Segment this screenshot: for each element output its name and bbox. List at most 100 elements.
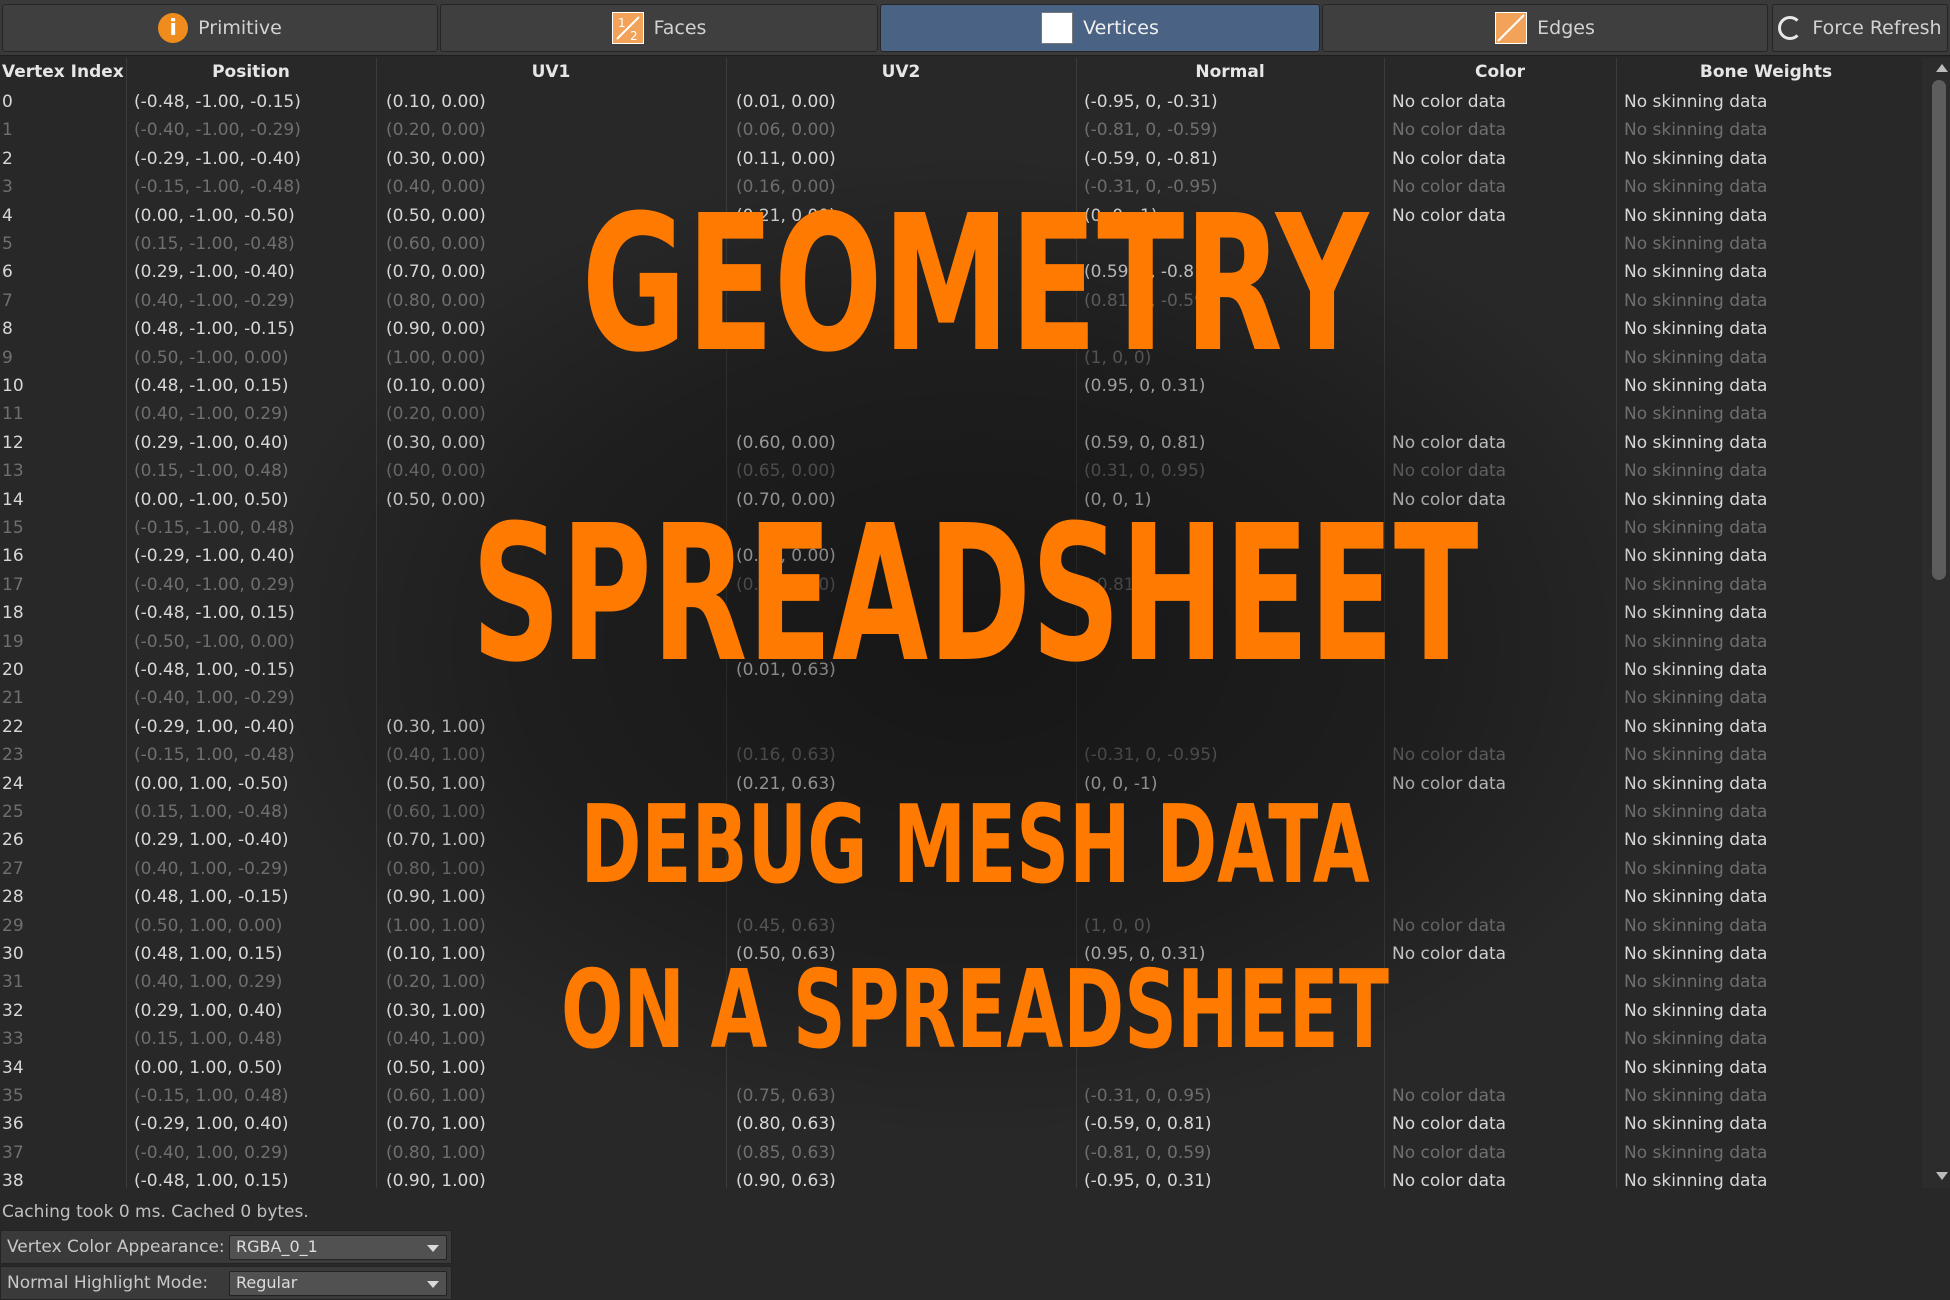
table-cell: (0.48, -1.00, -0.15) xyxy=(134,319,295,340)
table-cell: (-0.40, -1.00, 0.29) xyxy=(134,574,295,595)
table-cell: No skinning data xyxy=(1624,432,1768,453)
table-row[interactable]: 16 (-0.29, -1.00, 0.40) (0.80, 0.00) No ski… xyxy=(0,544,1916,572)
table-row[interactable]: 37 (-0.40, 1.00, 0.29) (0.80, 1.00) (0.85, … xyxy=(0,1141,1916,1169)
tab-faces[interactable]: 12 Faces xyxy=(440,4,878,52)
table-row[interactable]: 9 (0.50, -1.00, 0.00) (1.00, 0.00) (1, 0, 0… xyxy=(0,346,1916,374)
vertex-color-appearance-dropdown[interactable]: RGBA_0_1 xyxy=(229,1235,447,1260)
column-header[interactable]: Normal xyxy=(1076,62,1384,82)
tab-primitive[interactable]: i Primitive xyxy=(2,4,438,52)
table-cell: (-0.31, 0, -0.95) xyxy=(1084,177,1218,198)
table-row[interactable]: 35 (-0.15, 1.00, 0.48) (0.60, 1.00) (0.75, … xyxy=(0,1084,1916,1112)
table-cell: (0.50, 1.00, 0.00) xyxy=(134,915,283,936)
force-refresh-label: Force Refresh xyxy=(1812,17,1942,39)
table-row[interactable]: 31 (0.40, 1.00, 0.29) (0.20, 1.00) No skinn… xyxy=(0,970,1916,998)
force-refresh-button[interactable]: Force Refresh xyxy=(1772,4,1948,52)
table-row[interactable]: 10 (0.48, -1.00, 0.15) (0.10, 0.00) (0.95, … xyxy=(0,374,1916,402)
table-cell: (0.80, 0.63) xyxy=(736,1114,836,1135)
table-row[interactable]: 24 (0.00, 1.00, -0.50) (0.50, 1.00) (0.21, … xyxy=(0,772,1916,800)
table-row[interactable]: 0 (-0.48, -1.00, -0.15) (0.10, 0.00) (0.01,… xyxy=(0,90,1916,118)
table-cell: (0.60, 0.00) xyxy=(386,234,486,254)
table-cell: (0.45, 0.63) xyxy=(736,915,836,936)
table-cell: (0.50, 0.00) xyxy=(386,489,486,510)
table-cell: 37 xyxy=(2,1142,24,1163)
table-row[interactable]: 26 (0.29, 1.00, -0.40) (0.70, 1.00) No skin… xyxy=(0,828,1916,856)
table-cell: No color data xyxy=(1392,745,1507,766)
table-row[interactable]: 23 (-0.15, 1.00, -0.48) (0.40, 1.00) (0.16,… xyxy=(0,743,1916,771)
table-row[interactable]: 21 (-0.40, 1.00, -0.29) No skinning data xyxy=(0,686,1916,714)
table-row[interactable]: 17 (-0.40, -1.00, 0.29) (0.85, 0.00) (-0.81… xyxy=(0,573,1916,601)
table-cell: No skinning data xyxy=(1624,1171,1768,1192)
scroll-up-arrow-icon[interactable] xyxy=(1936,64,1948,72)
table-row[interactable]: 18 (-0.48, -1.00, 0.15) No skinning data xyxy=(0,601,1916,629)
table-cell: No skinning data xyxy=(1624,1142,1768,1163)
table-cell: (0.20, 0.00) xyxy=(386,120,486,141)
column-header[interactable]: Color xyxy=(1384,62,1616,82)
table-row[interactable]: 20 (-0.48, 1.00, -0.15) (0.01, 0.63) No ski… xyxy=(0,658,1916,686)
table-row[interactable]: 6 (0.29, -1.00, -0.40) (0.70, 0.00) (0.59, … xyxy=(0,260,1916,288)
table-row[interactable]: 12 (0.29, -1.00, 0.40) (0.30, 0.00) (0.60, … xyxy=(0,431,1916,459)
column-header[interactable]: UV2 xyxy=(726,62,1076,82)
table-cell: No skinning data xyxy=(1624,234,1768,254)
table-cell: 27 xyxy=(2,858,24,879)
table-cell: 9 xyxy=(2,347,13,368)
table-row[interactable]: 36 (-0.29, 1.00, 0.40) (0.70, 1.00) (0.80, … xyxy=(0,1112,1916,1140)
table-cell: (1.00, 1.00) xyxy=(386,915,486,936)
table-cell: (0.90, 0.63) xyxy=(736,1171,836,1192)
table-row[interactable]: 25 (0.15, 1.00, -0.48) (0.60, 1.00) No skin… xyxy=(0,800,1916,828)
table-cell: (-0.15, 1.00, -0.48) xyxy=(134,745,295,766)
table-row[interactable]: 14 (0.00, -1.00, 0.50) (0.50, 0.00) (0.70, … xyxy=(0,488,1916,516)
table-cell: (0.30, 1.00) xyxy=(386,1000,486,1021)
table-cell: (-0.48, 1.00, -0.15) xyxy=(134,660,295,680)
table-row[interactable]: 4 (0.00, -1.00, -0.50) (0.50, 0.00) (0.21, … xyxy=(0,204,1916,232)
table-row[interactable]: 33 (0.15, 1.00, 0.48) (0.40, 1.00) No skinn… xyxy=(0,1027,1916,1055)
table-cell: No skinning data xyxy=(1624,688,1768,709)
table-cell: 14 xyxy=(2,489,24,510)
table-cell: (0.95, 0, 0.31) xyxy=(1084,944,1206,964)
faces-icon: 12 xyxy=(611,12,644,44)
table-row[interactable]: 32 (0.29, 1.00, 0.40) (0.30, 1.00) No skinn… xyxy=(0,999,1916,1027)
table-cell: (0.16, 0.63) xyxy=(736,745,836,766)
table-cell: No skinning data xyxy=(1624,92,1768,112)
tab-vertices[interactable]: Vertices xyxy=(880,4,1320,52)
table-row[interactable]: 8 (0.48, -1.00, -0.15) (0.90, 0.00) No skin… xyxy=(0,317,1916,345)
table-row[interactable]: 27 (0.40, 1.00, -0.29) (0.80, 1.00) No skin… xyxy=(0,857,1916,885)
table-cell: (0.30, 0.00) xyxy=(386,148,486,169)
tab-edges[interactable]: Edges xyxy=(1322,4,1768,52)
table-row[interactable]: 30 (0.48, 1.00, 0.15) (0.10, 1.00) (0.50, 0… xyxy=(0,942,1916,970)
column-header[interactable]: Vertex Index xyxy=(2,62,126,82)
table-cell: (0.10, 1.00) xyxy=(386,944,486,964)
vertices-icon xyxy=(1041,12,1074,44)
table-cell: (0.59, 0, 0.81) xyxy=(1084,432,1206,453)
table-row[interactable]: 34 (0.00, 1.00, 0.50) (0.50, 1.00) No skinn… xyxy=(0,1056,1916,1084)
table-cell: (0.85, 0.00) xyxy=(736,574,836,595)
table-row[interactable]: 29 (0.50, 1.00, 0.00) (1.00, 1.00) (0.45, 0… xyxy=(0,914,1916,942)
table-cell: 24 xyxy=(2,773,24,794)
table-cell: 0 xyxy=(2,92,13,112)
column-header[interactable]: Bone Weights xyxy=(1616,62,1916,82)
table-cell: (-0.29, -1.00, 0.40) xyxy=(134,546,295,567)
table-cell: No skinning data xyxy=(1624,546,1768,567)
table-row[interactable]: 15 (-0.15, -1.00, 0.48) No skinning data xyxy=(0,516,1916,544)
scroll-down-arrow-icon[interactable] xyxy=(1936,1172,1948,1180)
table-row[interactable]: 19 (-0.50, -1.00, 0.00) No skinning data xyxy=(0,630,1916,658)
normal-highlight-mode-dropdown[interactable]: Regular xyxy=(229,1271,447,1296)
table-cell: No skinning data xyxy=(1624,489,1768,510)
table-cell: (-0.29, 1.00, 0.40) xyxy=(134,1114,289,1135)
table-cell: (0.60, 1.00) xyxy=(386,1086,486,1106)
table-row[interactable]: 2 (-0.29, -1.00, -0.40) (0.30, 0.00) (0.11,… xyxy=(0,147,1916,175)
column-header[interactable]: Position xyxy=(126,62,376,82)
table-row[interactable]: 22 (-0.29, 1.00, -0.40) (0.30, 1.00) No ski… xyxy=(0,715,1916,743)
column-header[interactable]: UV1 xyxy=(376,62,726,82)
table-row[interactable]: 1 (-0.40, -1.00, -0.29) (0.20, 0.00) (0.06,… xyxy=(0,118,1916,146)
table-cell: 26 xyxy=(2,830,24,851)
table-row[interactable]: 11 (0.40, -1.00, 0.29) (0.20, 0.00) No skin… xyxy=(0,402,1916,430)
table-row[interactable]: 3 (-0.15, -1.00, -0.48) (0.40, 0.00) (0.16,… xyxy=(0,175,1916,203)
table-row[interactable]: 5 (0.15, -1.00, -0.48) (0.60, 0.00) No skin… xyxy=(0,232,1916,260)
table-row[interactable]: 7 (0.40, -1.00, -0.29) (0.80, 0.00) (0.81, … xyxy=(0,289,1916,317)
table-row[interactable]: 28 (0.48, 1.00, -0.15) (0.90, 1.00) No skin… xyxy=(0,885,1916,913)
table-cell: (0.40, 1.00, 0.29) xyxy=(134,972,283,993)
scrollbar-thumb[interactable] xyxy=(1932,80,1946,580)
table-row[interactable]: 13 (0.15, -1.00, 0.48) (0.40, 0.00) (0.65, … xyxy=(0,459,1916,487)
table-cell: (1, 0, 0) xyxy=(1084,915,1152,936)
table-cell: No skinning data xyxy=(1624,887,1768,908)
